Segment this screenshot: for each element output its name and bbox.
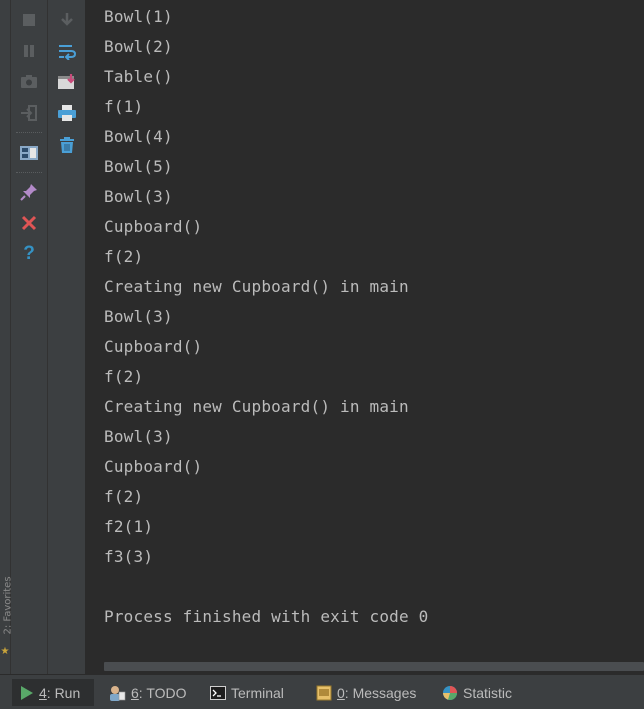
help-icon: ? xyxy=(23,243,35,264)
clear-all-button[interactable] xyxy=(55,133,79,157)
favorites-strip: 2: Favorites ★ xyxy=(0,0,14,674)
tab-run-label: : Run xyxy=(46,684,81,701)
console-line: Cupboard() xyxy=(104,457,203,476)
console-line: Bowl(4) xyxy=(104,127,173,146)
tab-run-number: 4 xyxy=(39,684,47,701)
tab-statistic[interactable]: Statistic xyxy=(434,679,520,706)
import-icon xyxy=(58,74,75,89)
close-button[interactable] xyxy=(17,211,41,235)
tab-terminal[interactable]: Terminal xyxy=(202,679,292,706)
print-button[interactable] xyxy=(55,101,79,125)
todo-icon xyxy=(108,684,126,702)
layout-button[interactable] xyxy=(17,141,41,165)
arrow-down-icon xyxy=(61,13,73,26)
tab-run[interactable]: 4: Run xyxy=(12,679,94,706)
camera-icon xyxy=(21,75,37,88)
run-triangle-icon xyxy=(20,685,34,701)
console-line: f(2) xyxy=(104,367,144,386)
console-line: Process finished with exit code 0 xyxy=(104,607,429,626)
scroll-to-end-button[interactable] xyxy=(55,8,79,32)
console-line: Table() xyxy=(104,67,173,86)
console-line: f3(3) xyxy=(104,547,154,566)
tab-messages-number: 0 xyxy=(337,684,345,701)
console-line: Cupboard() xyxy=(104,217,203,236)
console-line: Bowl(3) xyxy=(104,307,173,326)
tab-messages[interactable]: 0: Messages xyxy=(308,679,424,706)
tab-todo-number: 6 xyxy=(131,684,139,701)
tab-terminal-label: Terminal xyxy=(231,684,284,701)
toolbar-separator xyxy=(16,132,42,133)
run-toolbar-left: ? xyxy=(11,0,48,674)
dump-threads-button[interactable] xyxy=(17,70,41,94)
exit-icon xyxy=(21,105,37,121)
close-icon xyxy=(21,215,37,231)
pause-button[interactable] xyxy=(17,39,41,63)
stop-button[interactable] xyxy=(17,8,41,32)
pause-icon xyxy=(24,45,34,57)
scrollbar-thumb[interactable] xyxy=(104,662,644,671)
toolbar-separator xyxy=(16,172,42,173)
exit-button[interactable] xyxy=(17,101,41,125)
console-line: Bowl(5) xyxy=(104,157,173,176)
tab-statistic-label: Statistic xyxy=(463,684,513,701)
print-icon xyxy=(58,105,76,121)
statistic-icon xyxy=(442,685,458,701)
console-line: Bowl(2) xyxy=(104,37,173,56)
console-line: Bowl(1) xyxy=(104,7,173,26)
pin-icon xyxy=(20,184,37,201)
console-line: f(1) xyxy=(104,97,144,116)
console-line: Cupboard() xyxy=(104,337,203,356)
horizontal-scrollbar[interactable] xyxy=(104,660,644,673)
trash-icon xyxy=(60,137,74,153)
console-line: Bowl(3) xyxy=(104,187,173,206)
run-toolbar-right xyxy=(48,0,86,674)
soft-wrap-button[interactable] xyxy=(55,39,79,63)
console-output[interactable]: Bowl(1) Bowl(2) Table() f(1) Bowl(4) Bowl(5) B… xyxy=(86,0,644,660)
help-button[interactable]: ? xyxy=(17,242,41,266)
console-line: Creating new Cupboard() in main xyxy=(104,277,409,296)
console-line: Creating new Cupboard() in main xyxy=(104,397,409,416)
stop-icon xyxy=(23,14,35,26)
console-line: f(2) xyxy=(104,487,144,506)
tab-todo-label: : TODO xyxy=(138,684,187,701)
tool-window-bar: 4: Run 6: TODO Terminal 0: Messages Stat… xyxy=(0,674,644,709)
layout-icon xyxy=(20,146,38,160)
terminal-icon xyxy=(210,685,226,700)
console-line: Bowl(3) xyxy=(104,427,173,446)
pin-button[interactable] xyxy=(17,180,41,204)
favorites-star-icon: ★ xyxy=(0,646,10,657)
console-line: f(2) xyxy=(104,247,144,266)
tab-messages-label: : Messages xyxy=(344,684,417,701)
import-button[interactable] xyxy=(55,70,79,94)
messages-icon xyxy=(316,685,332,701)
tab-todo[interactable]: 6: TODO xyxy=(100,679,195,706)
soft-wrap-icon xyxy=(59,45,77,60)
console-line: f2(1) xyxy=(104,517,154,536)
